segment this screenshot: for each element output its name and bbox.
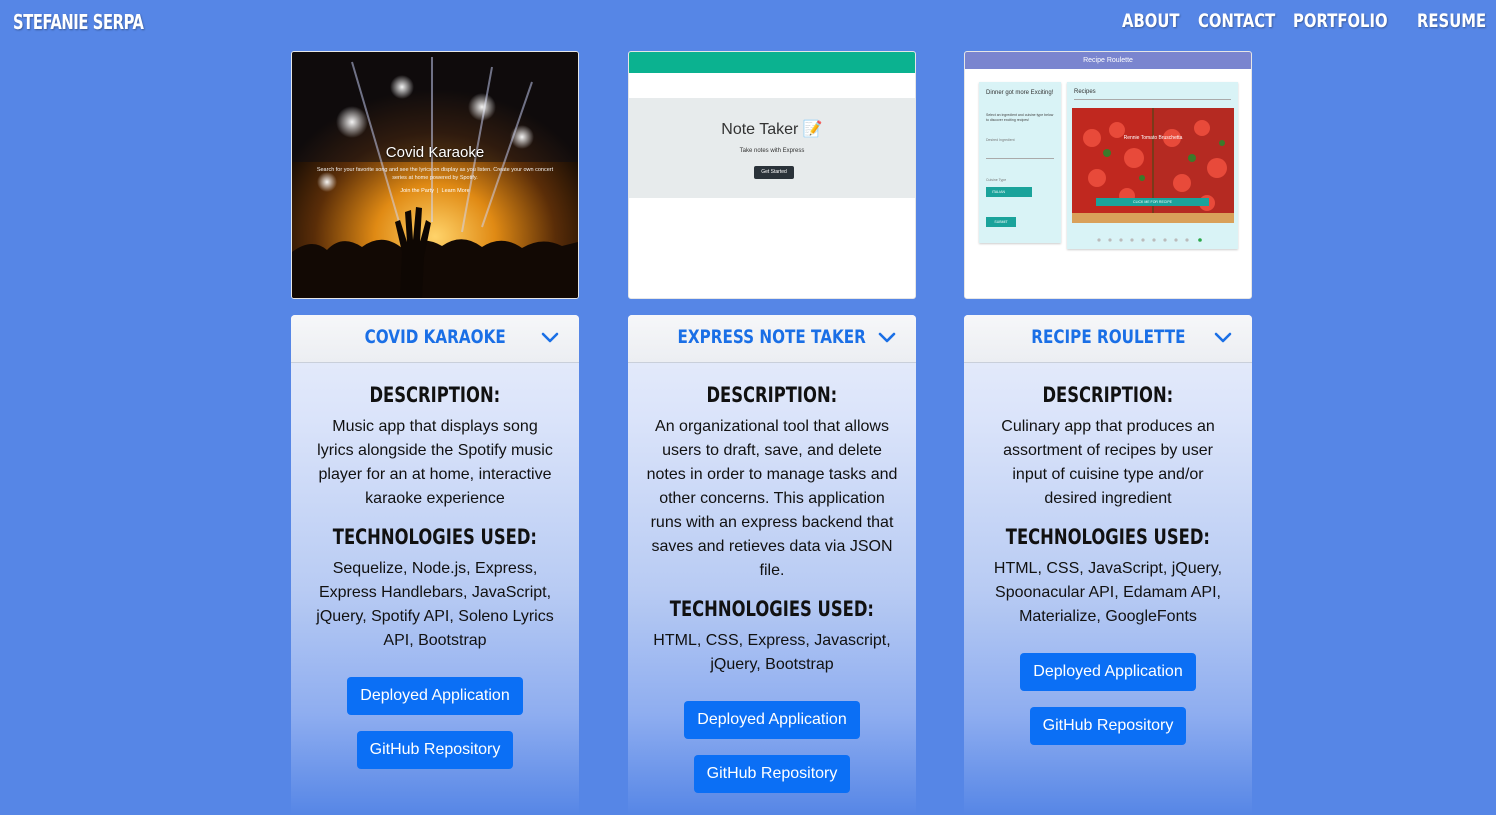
- description-heading: DESCRIPTION:: [1042, 383, 1174, 407]
- chevron-down-icon[interactable]: [878, 330, 896, 344]
- screenshot-link-learn: Learn More: [441, 188, 470, 194]
- navbar: STEFANIE SERPA ABOUT CONTACT PORTFOLIO R…: [0, 0, 1496, 46]
- card-title: COVID KARAOKE: [364, 326, 506, 348]
- screenshot-form-divider: [986, 158, 1054, 159]
- deployed-application-button[interactable]: Deployed Application: [1020, 653, 1196, 691]
- screenshot-recipe-button: CLICK ME FOR RECIPE: [1096, 198, 1209, 206]
- technologies-text: HTML, CSS, JavaScript, jQuery, Spoonacul…: [993, 560, 1223, 625]
- screenshot-header: Recipe Roulette: [965, 52, 1251, 69]
- project-card-covid-karaoke: COVID KARAOKE DESCRIPTION: Music app tha…: [291, 315, 579, 815]
- project-card-express-note-taker: EXPRESS NOTE TAKER DESCRIPTION: An organ…: [628, 315, 916, 815]
- screenshot-recipes-divider: [1074, 99, 1231, 100]
- description-text: An organizational tool that allows users…: [646, 418, 898, 579]
- project-screenshot-recipe-roulette[interactable]: Recipe Roulette Dinner got more Exciting…: [964, 51, 1252, 299]
- project-screenshot-covid-karaoke[interactable]: Covid Karaoke Search for your favorite s…: [291, 51, 579, 299]
- screenshot-navbar: [629, 52, 915, 73]
- github-repository-button[interactable]: GitHub Repository: [356, 731, 514, 769]
- screenshot-form-panel: Dinner got more Exciting! Select an ingr…: [979, 82, 1061, 243]
- technologies-heading: TECHNOLOGIES USED:: [669, 597, 875, 621]
- card-header[interactable]: COVID KARAOKE: [291, 315, 579, 363]
- github-repository-button[interactable]: GitHub Repository: [693, 755, 851, 793]
- screenshot-subtitle: Take notes with Express: [739, 148, 805, 154]
- chevron-down-icon[interactable]: [1214, 330, 1232, 344]
- screenshot-title: Covid Karaoke: [385, 144, 485, 161]
- screenshot-carousel-dots: [1097, 229, 1207, 242]
- nav-link-resume[interactable]: RESUME: [1417, 10, 1486, 32]
- card-title: RECIPE ROULETTE: [1030, 326, 1186, 348]
- technologies-heading: TECHNOLOGIES USED:: [332, 525, 538, 549]
- description-heading: DESCRIPTION:: [706, 383, 838, 407]
- project-card-recipe-roulette: RECIPE ROULETTE DESCRIPTION: Culinary ap…: [964, 315, 1252, 815]
- chevron-down-icon[interactable]: [541, 330, 559, 344]
- screenshot-recipes-title: Recipes: [1074, 89, 1096, 95]
- screenshot-title: Note Taker 📝: [721, 121, 823, 138]
- card-header[interactable]: EXPRESS NOTE TAKER: [628, 315, 916, 363]
- nav-link-contact[interactable]: CONTACT: [1198, 10, 1275, 32]
- screenshot-jumbotron: Note Taker 📝 Take notes with Express Get…: [629, 98, 915, 198]
- card-header[interactable]: RECIPE ROULETTE: [964, 315, 1252, 363]
- screenshot-link-join: Join the Party: [400, 188, 434, 194]
- technologies-text: HTML, CSS, Express, Javascript, jQuery, …: [653, 632, 891, 673]
- technologies-heading: TECHNOLOGIES USED:: [1005, 525, 1211, 549]
- github-repository-button[interactable]: GitHub Repository: [1029, 707, 1187, 745]
- nav-link-about[interactable]: ABOUT: [1122, 10, 1180, 32]
- screenshot-links: Join the Party | Learn More: [400, 188, 470, 194]
- project-screenshot-note-taker[interactable]: Note Taker 📝 Take notes with Express Get…: [628, 51, 916, 299]
- screenshot-subtitle: Search for your favorite song and see th…: [316, 167, 554, 181]
- screenshot-form-submit: SUBMIT: [986, 217, 1016, 227]
- screenshot-form-select: ITALIAN: [986, 187, 1032, 197]
- deployed-application-button[interactable]: Deployed Application: [684, 701, 860, 739]
- description-heading: DESCRIPTION:: [369, 383, 501, 407]
- screenshot-form-title: Dinner got more Exciting!: [986, 90, 1054, 96]
- screenshot-recipe-name: Rennie Tomato Bruschetta: [1123, 135, 1183, 141]
- screenshot-get-started-button: Get Started: [754, 166, 794, 179]
- brand-name[interactable]: STEFANIE SERPA: [13, 10, 144, 34]
- nav-link-portfolio[interactable]: PORTFOLIO: [1293, 10, 1388, 32]
- deployed-application-button[interactable]: Deployed Application: [347, 677, 523, 715]
- card-title: EXPRESS NOTE TAKER: [677, 326, 867, 348]
- screenshot-recipes-panel: Recipes Rennie Tomato Bruschetta CLICK M…: [1067, 82, 1238, 249]
- description-text: Music app that displays song lyrics alon…: [317, 418, 553, 507]
- technologies-text: Sequelize, Node.js, Express, Express Han…: [316, 560, 554, 649]
- description-text: Culinary app that produces an assortment…: [1001, 418, 1215, 507]
- screenshot-form-text: Select an ingredient and cuisine type be…: [986, 113, 1054, 122]
- screenshot-form-select-label: Cuisine Type: [986, 178, 1007, 182]
- screenshot-form-field: Desired Ingredient: [986, 138, 1015, 142]
